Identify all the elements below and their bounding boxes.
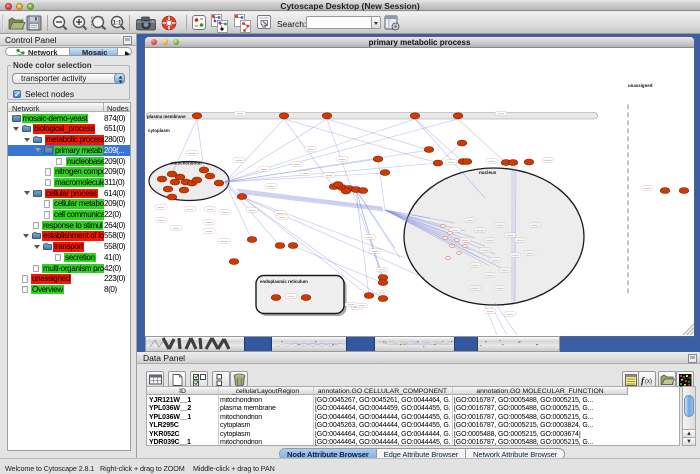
svg-text:Search:: Search:: [277, 19, 306, 29]
svg-text:1:1: 1:1: [113, 20, 122, 26]
svg-text:endoplasmic reticulum: endoplasmic reticulum: [260, 279, 308, 284]
svg-text:cytoplasm: cytoplasm: [148, 128, 170, 133]
svg-text:nucleus: nucleus: [479, 170, 497, 175]
svg-text:mitochondrion: mitochondrion: [171, 160, 202, 165]
svg-text:(x): (x): [645, 379, 652, 385]
svg-text:unassigned: unassigned: [628, 83, 653, 88]
svg-text:plasma membrane: plasma membrane: [147, 113, 186, 118]
